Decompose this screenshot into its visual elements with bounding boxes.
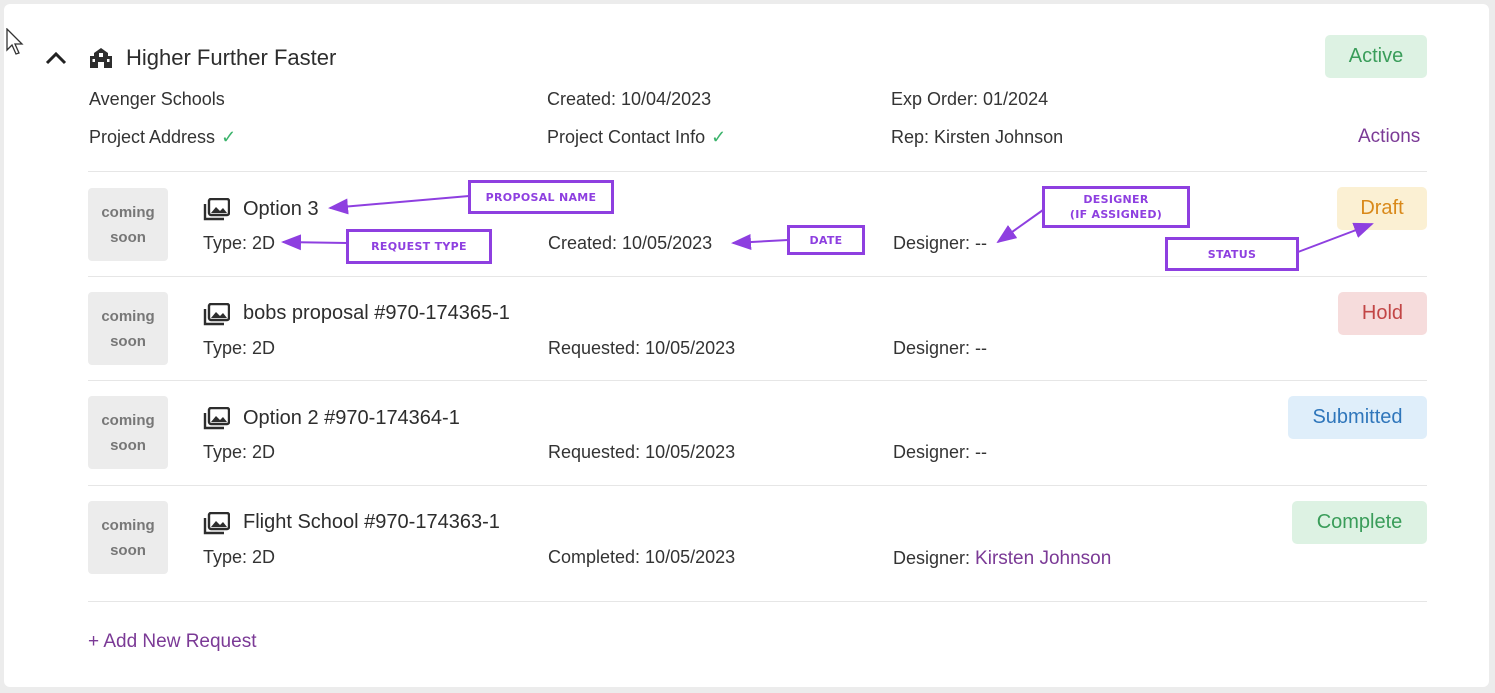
divider bbox=[88, 171, 1427, 172]
thumbnail-text: coming bbox=[101, 203, 155, 221]
request-type: Type: 2D bbox=[203, 442, 276, 462]
request-thumbnail: coming soon bbox=[88, 396, 168, 469]
project-title: Higher Further Faster bbox=[126, 45, 337, 70]
cursor-icon bbox=[6, 28, 24, 55]
request-type: Type: 2D bbox=[203, 547, 276, 567]
request-thumbnail: coming soon bbox=[88, 501, 168, 574]
request-designer: Designer: Kirsten Johnson bbox=[893, 548, 1111, 570]
thumbnail-text: coming bbox=[101, 307, 155, 325]
project-organization: Avenger Schools bbox=[89, 89, 225, 109]
request-designer: Designer: -- bbox=[893, 233, 987, 254]
thumbnail-text: coming bbox=[101, 411, 155, 429]
add-new-request-button[interactable]: + Add New Request bbox=[88, 631, 256, 653]
project-address-item[interactable]: Project Address ✓ bbox=[89, 127, 236, 148]
project-rep: Rep: Kirsten Johnson bbox=[891, 127, 1064, 147]
annotation-proposal-name: PROPOSAL NAME bbox=[468, 180, 614, 214]
thumbnail-text: soon bbox=[110, 332, 146, 350]
image-gallery-icon bbox=[203, 407, 230, 430]
image-gallery-icon bbox=[203, 512, 230, 535]
request-type: Type: 2D bbox=[203, 233, 276, 253]
status-badge: Complete bbox=[1292, 501, 1427, 544]
request-thumbnail: coming soon bbox=[88, 292, 168, 365]
designer-label: Designer: -- bbox=[893, 233, 988, 253]
thumbnail-text: soon bbox=[110, 228, 146, 246]
divider bbox=[88, 485, 1427, 486]
request-name[interactable]: bobs proposal #970-174365-1 bbox=[243, 302, 510, 325]
annotation-date: DATE bbox=[787, 225, 865, 255]
project-created-date: Created: 10/04/2023 bbox=[547, 89, 712, 109]
request-name[interactable]: Flight School #970-174363-1 bbox=[243, 511, 500, 534]
annotation-text: (IF ASSIGNED) bbox=[1069, 208, 1163, 221]
request-designer: Designer: -- bbox=[893, 442, 987, 463]
request-name[interactable]: Option 2 #970-174364-1 bbox=[243, 407, 460, 430]
request-date: Requested: 10/05/2023 bbox=[548, 338, 736, 358]
actions-link[interactable]: Actions bbox=[1358, 126, 1420, 148]
image-gallery-icon bbox=[203, 303, 230, 326]
thumbnail-text: soon bbox=[110, 436, 146, 454]
project-exp-order: Exp Order: 01/2024 bbox=[891, 89, 1049, 109]
project-contact-label: Project Contact Info bbox=[547, 127, 706, 147]
request-date: Completed: 10/05/2023 bbox=[548, 547, 736, 567]
annotation-text: DESIGNER bbox=[1083, 193, 1149, 206]
designer-label: Designer: -- bbox=[893, 338, 988, 358]
request-name[interactable]: Option 3 bbox=[243, 198, 319, 221]
image-gallery-icon bbox=[203, 198, 230, 221]
request-designer: Designer: -- bbox=[893, 338, 987, 359]
project-status-badge: Active bbox=[1325, 35, 1427, 78]
checkmark-icon: ✓ bbox=[711, 127, 727, 147]
divider bbox=[88, 276, 1427, 277]
annotation-request-type: REQUEST TYPE bbox=[346, 229, 492, 264]
status-badge: Draft bbox=[1337, 187, 1427, 230]
designer-label: Designer: bbox=[893, 548, 976, 568]
checkmark-icon: ✓ bbox=[221, 127, 237, 147]
school-building-icon bbox=[90, 48, 112, 68]
project-contact-item[interactable]: Project Contact Info ✓ bbox=[547, 127, 726, 148]
status-badge: Submitted bbox=[1288, 396, 1427, 439]
request-thumbnail: coming soon bbox=[88, 188, 168, 261]
request-date: Requested: 10/05/2023 bbox=[548, 442, 736, 462]
request-date: Created: 10/05/2023 bbox=[548, 233, 713, 253]
designer-label: Designer: -- bbox=[893, 442, 988, 462]
designer-name-link[interactable]: Kirsten Johnson bbox=[975, 548, 1111, 569]
chevron-up-icon[interactable] bbox=[44, 46, 68, 70]
annotation-status: STATUS bbox=[1165, 237, 1299, 271]
request-type: Type: 2D bbox=[203, 338, 276, 358]
annotation-designer: DESIGNER (IF ASSIGNED) bbox=[1042, 186, 1190, 228]
status-badge: Hold bbox=[1338, 292, 1427, 335]
thumbnail-text: coming bbox=[101, 516, 155, 534]
project-address-label: Project Address bbox=[89, 127, 216, 147]
divider bbox=[88, 380, 1427, 381]
divider bbox=[88, 601, 1427, 602]
thumbnail-text: soon bbox=[110, 541, 146, 559]
